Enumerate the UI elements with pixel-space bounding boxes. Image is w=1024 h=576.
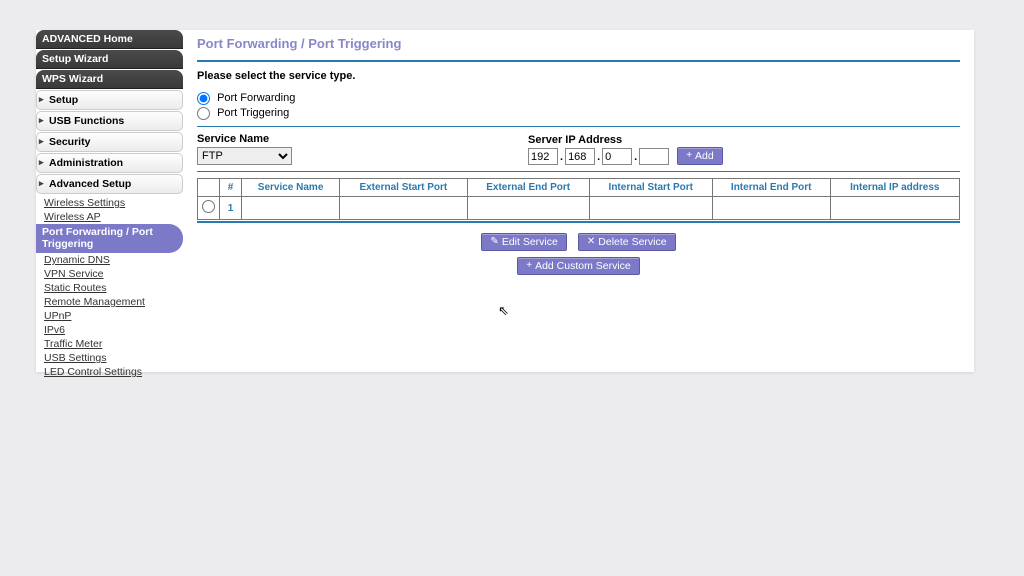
service-name-select[interactable]: FTP xyxy=(197,147,292,165)
ip-octet-2[interactable] xyxy=(565,148,595,165)
divider xyxy=(197,221,960,223)
server-ip-label: Server IP Address xyxy=(528,134,669,146)
ip-octet-3[interactable] xyxy=(602,148,632,165)
nav-security[interactable]: Security xyxy=(36,132,183,152)
nav-advanced-setup[interactable]: Advanced Setup xyxy=(36,174,183,194)
sidebar: ADVANCED Home Setup Wizard WPS Wizard Se… xyxy=(36,30,183,372)
x-icon: ✕ xyxy=(587,237,595,247)
sub-usb-settings[interactable]: USB Settings xyxy=(44,351,183,365)
radio-triggering-label: Port Triggering xyxy=(217,107,289,119)
sub-wireless-settings[interactable]: Wireless Settings xyxy=(44,196,183,210)
nav-advanced-home[interactable]: ADVANCED Home xyxy=(36,30,183,49)
radio-triggering-input[interactable] xyxy=(197,107,210,120)
col-ext-start: External Start Port xyxy=(340,179,467,197)
col-int-start: Internal Start Port xyxy=(589,179,712,197)
table-row[interactable]: 1 xyxy=(198,197,960,220)
nav-administration[interactable]: Administration xyxy=(36,153,183,173)
sub-upnp[interactable]: UPnP xyxy=(44,309,183,323)
cell-int-start xyxy=(589,197,712,220)
plus-icon: + xyxy=(526,261,532,271)
cell-int-end xyxy=(712,197,830,220)
col-num: # xyxy=(220,179,242,197)
cell-service-name xyxy=(242,197,340,220)
divider xyxy=(197,60,960,62)
service-table: # Service Name External Start Port Exter… xyxy=(197,178,960,220)
pencil-icon: ✎ xyxy=(490,237,498,247)
divider xyxy=(197,126,960,127)
sub-traffic-meter[interactable]: Traffic Meter xyxy=(44,337,183,351)
col-select xyxy=(198,179,220,197)
sub-led-control[interactable]: LED Control Settings xyxy=(44,365,183,379)
col-int-ip: Internal IP address xyxy=(830,179,959,197)
sub-ipv6[interactable]: IPv6 xyxy=(44,323,183,337)
col-int-end: Internal End Port xyxy=(712,179,830,197)
sub-static-routes[interactable]: Static Routes xyxy=(44,281,183,295)
add-button-label: Add xyxy=(695,150,714,162)
service-name-label: Service Name xyxy=(197,133,292,145)
add-custom-service-button[interactable]: + Add Custom Service xyxy=(517,257,640,275)
nav-usb-functions[interactable]: USB Functions xyxy=(36,111,183,131)
cell-ext-end xyxy=(467,197,589,220)
nav-setup[interactable]: Setup xyxy=(36,90,183,110)
radio-forwarding-input[interactable] xyxy=(197,92,210,105)
delete-service-label: Delete Service xyxy=(598,236,666,248)
radio-port-forwarding[interactable]: Port Forwarding xyxy=(197,92,295,104)
instruction-text: Please select the service type. xyxy=(197,70,960,82)
sub-vpn-service[interactable]: VPN Service xyxy=(44,267,183,281)
sub-wireless-ap[interactable]: Wireless AP xyxy=(44,210,183,224)
plus-icon: + xyxy=(686,151,692,161)
ip-octet-1[interactable] xyxy=(528,148,558,165)
col-service-name: Service Name xyxy=(242,179,340,197)
divider xyxy=(197,171,960,172)
sub-dynamic-dns[interactable]: Dynamic DNS xyxy=(44,253,183,267)
cell-int-ip xyxy=(830,197,959,220)
row-num: 1 xyxy=(220,197,242,220)
edit-service-label: Edit Service xyxy=(502,236,558,248)
col-ext-end: External End Port xyxy=(467,179,589,197)
main-panel: Port Forwarding / Port Triggering Please… xyxy=(183,30,974,372)
ip-octet-4[interactable] xyxy=(639,148,669,165)
radio-port-triggering[interactable]: Port Triggering xyxy=(197,107,289,119)
row-select-radio[interactable] xyxy=(202,200,215,213)
sub-port-forwarding[interactable]: Port Forwarding / Port Triggering xyxy=(36,224,183,253)
delete-service-button[interactable]: ✕ Delete Service xyxy=(578,233,676,251)
edit-service-button[interactable]: ✎ Edit Service xyxy=(481,233,566,251)
sub-remote-management[interactable]: Remote Management xyxy=(44,295,183,309)
page-title: Port Forwarding / Port Triggering xyxy=(197,36,960,56)
nav-setup-wizard[interactable]: Setup Wizard xyxy=(36,50,183,69)
add-custom-service-label: Add Custom Service xyxy=(535,260,631,272)
advanced-setup-sublist: Wireless Settings Wireless AP Port Forwa… xyxy=(36,194,183,379)
add-button[interactable]: + Add xyxy=(677,147,723,165)
cell-ext-start xyxy=(340,197,467,220)
nav-wps-wizard[interactable]: WPS Wizard xyxy=(36,70,183,89)
radio-forwarding-label: Port Forwarding xyxy=(217,92,295,104)
